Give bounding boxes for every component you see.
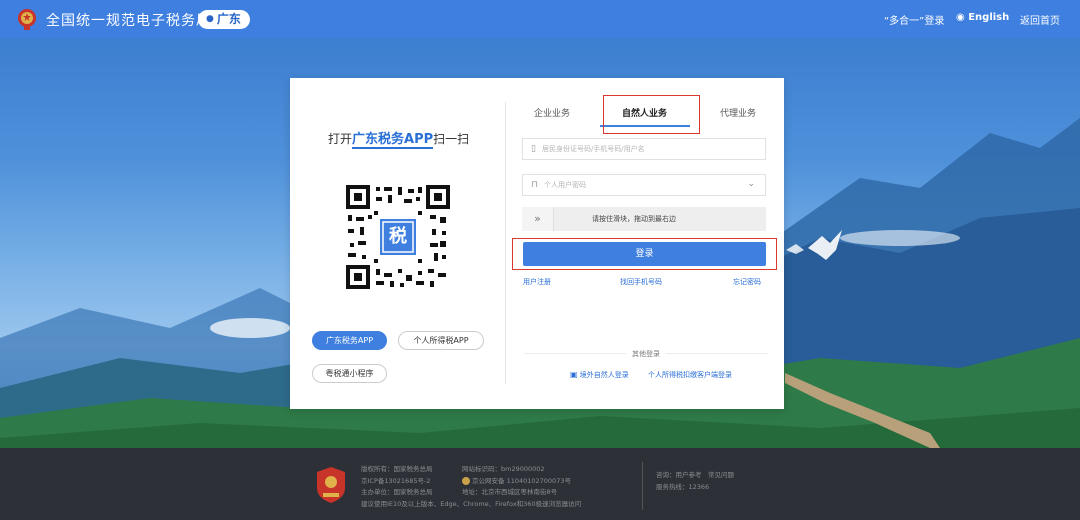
scan-suffix: 扫一扫	[433, 132, 470, 146]
id-card-icon: ▣	[570, 370, 578, 379]
personal-income-tax-app-button[interactable]: 个人所得税APP	[398, 331, 484, 350]
chevron-down-icon[interactable]: ⌄	[747, 179, 755, 189]
region-label: 广东	[216, 12, 241, 26]
police-badge-icon	[462, 476, 470, 485]
scan-instruction: 打开广东税务APP扫一扫	[328, 128, 470, 149]
footer-divider	[642, 462, 643, 510]
slider-instruction: 请按住滑块，拖动到最右边	[592, 215, 676, 223]
top-header: 全国统一规范电子税务局 ● 广东 “多合一”登录 ◉ English 返回首页	[0, 0, 1080, 38]
register-link[interactable]: 用户注册	[523, 277, 551, 287]
panel-divider	[505, 102, 506, 384]
login-card: 打开广东税务APP扫一扫 税 广东税务APP 个人所得税APP 粤税通小程序 企…	[290, 78, 784, 409]
forgot-password-link[interactable]: 忘记密码	[733, 277, 761, 287]
captcha-slider[interactable]: » 请按住滑块，拖动到最右边	[522, 207, 766, 231]
footer-column-3: 咨询：用户参考 常见问题 服务热线：12366	[656, 470, 734, 493]
tab-agent[interactable]: 代理业务	[720, 106, 756, 119]
account-input[interactable]: ▯ 居民身份证号码/手机号码/用户名	[522, 138, 766, 160]
double-chevron-right-icon[interactable]: »	[522, 207, 554, 231]
qr-tax-logo: 税	[389, 226, 407, 247]
password-placeholder: 个人用户密码	[544, 181, 587, 189]
multi-login-link[interactable]: “多合一”登录	[884, 12, 944, 27]
scan-app-name: 广东税务APP	[352, 132, 434, 149]
region-switch-badge[interactable]: ● 广东	[198, 10, 250, 29]
phone-icon: ▯	[531, 144, 536, 154]
withholding-client-login-link[interactable]: 个人所得税扣缴客户端登录	[648, 370, 732, 380]
footer-browser-tip: 建议使用IE10及以上版本、Edge、Chrome、Firefox和360极速浏…	[361, 499, 582, 508]
page-footer: 版权所有：国家税务总局 京ICP备13021685号-2 主办单位：国家税务总局…	[0, 448, 1080, 520]
national-emblem-icon	[18, 9, 36, 30]
footer-hotline: 服务热线：12366	[656, 482, 710, 491]
yueshuitong-mini-program-button[interactable]: 粤税通小程序	[312, 364, 387, 383]
english-link[interactable]: ◉ English	[956, 12, 1009, 23]
recover-phone-link[interactable]: 找回手机号码	[620, 277, 662, 287]
account-placeholder: 居民身份证号码/手机号码/用户名	[541, 145, 645, 153]
guangdong-tax-app-button[interactable]: 广东税务APP	[312, 331, 387, 350]
lock-icon: ⊓	[531, 180, 539, 190]
footer-column-2: 网站标识码：bm29000002 京公网安备 11040102700073号 地…	[462, 464, 571, 499]
footer-consult[interactable]: 咨询：用户参考 常见问题	[656, 470, 734, 482]
party-government-badge-icon	[317, 467, 345, 503]
english-label: English	[968, 12, 1010, 23]
tab-highlight-box	[603, 95, 700, 134]
footer-site-id: 网站标识码：bm29000002	[462, 465, 545, 473]
other-login-title: 其他登录	[626, 349, 666, 359]
overseas-login-link[interactable]: ▣ 境外自然人登录	[570, 370, 629, 380]
footer-police-record[interactable]: 京公网安备 11040102700073号	[462, 476, 571, 488]
tab-enterprise[interactable]: 企业业务	[534, 106, 570, 119]
scan-prefix: 打开	[328, 132, 353, 146]
site-brand-title: 全国统一规范电子税务局	[46, 13, 211, 29]
password-input[interactable]: ⊓ 个人用户密码 ⌄	[522, 174, 766, 196]
return-home-link[interactable]: 返回首页	[1020, 12, 1060, 27]
footer-address: 地址：北京市西城区枣林南街8号	[462, 488, 558, 496]
location-pin-icon: ●	[206, 14, 214, 24]
overseas-login-label: 境外自然人登录	[579, 371, 629, 379]
login-highlight-box	[512, 238, 777, 270]
footer-police-record-text: 京公网安备 11040102700073号	[472, 476, 571, 485]
globe-icon: ◉	[956, 12, 965, 23]
